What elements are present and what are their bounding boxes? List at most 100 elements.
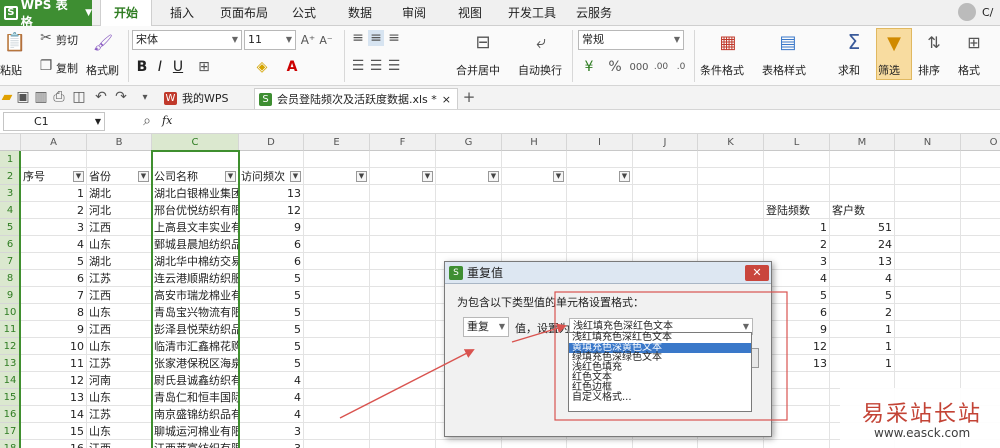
copy-button[interactable]: 复制 <box>56 60 78 76</box>
province-cell[interactable]: 山东 <box>87 304 152 321</box>
align-left-icon[interactable]: ☰ <box>350 58 366 74</box>
cell[interactable] <box>304 219 370 236</box>
cell[interactable] <box>895 219 961 236</box>
visit-count-cell[interactable]: 5 <box>239 287 304 304</box>
customer-count-cell[interactable]: 1 <box>830 321 895 338</box>
column-header-m[interactable]: M <box>830 134 895 151</box>
cell[interactable] <box>304 202 370 219</box>
cell[interactable] <box>436 219 502 236</box>
cell[interactable] <box>830 185 895 202</box>
style-option[interactable]: 自定义格式... <box>569 393 751 403</box>
cell[interactable] <box>436 202 502 219</box>
customer-count-cell[interactable]: 4 <box>830 270 895 287</box>
cell[interactable] <box>304 270 370 287</box>
cell[interactable] <box>961 168 1000 185</box>
cell[interactable] <box>698 185 764 202</box>
cell[interactable] <box>633 440 698 448</box>
merge-center-button[interactable]: 合并居中 <box>456 62 500 78</box>
visit-count-cell[interactable]: 3 <box>239 423 304 440</box>
cell[interactable] <box>895 168 961 185</box>
column-header-c[interactable]: C <box>152 134 239 151</box>
cell[interactable] <box>961 185 1000 202</box>
row-index-cell[interactable]: 10 <box>21 338 87 355</box>
cell[interactable] <box>304 321 370 338</box>
cell[interactable] <box>961 287 1000 304</box>
cell[interactable] <box>895 151 961 168</box>
cell[interactable] <box>895 287 961 304</box>
menu-formula[interactable]: 公式 <box>284 0 324 26</box>
sort-icon[interactable]: ⇅ <box>922 30 946 54</box>
row-index-cell[interactable]: 8 <box>21 304 87 321</box>
cell[interactable] <box>633 236 698 253</box>
menu-cloud[interactable]: 云服务 <box>570 0 618 26</box>
wrap-text-icon[interactable]: ⤶ <box>528 30 554 54</box>
province-cell[interactable]: 江苏 <box>87 355 152 372</box>
format-painter-button[interactable]: 格式刷 <box>86 62 119 78</box>
cell[interactable] <box>764 406 830 423</box>
province-cell[interactable]: 江苏 <box>87 406 152 423</box>
sort-button[interactable]: 排序 <box>918 62 940 78</box>
login-freq-cell[interactable]: 13 <box>764 355 830 372</box>
visit-count-cell[interactable]: 9 <box>239 219 304 236</box>
row-header[interactable]: 7 <box>0 253 21 270</box>
row-header[interactable]: 1 <box>0 151 21 168</box>
cell[interactable] <box>567 151 633 168</box>
cell[interactable] <box>370 253 436 270</box>
row-header[interactable]: 15 <box>0 389 21 406</box>
customer-count-cell[interactable]: 2 <box>830 304 895 321</box>
cell[interactable] <box>698 202 764 219</box>
cell[interactable] <box>370 287 436 304</box>
row-index-cell[interactable]: 12 <box>21 372 87 389</box>
format-painter-icon[interactable]: 🖌 <box>92 30 114 54</box>
province-cell[interactable]: 江西 <box>87 287 152 304</box>
filter-dropdown-button[interactable]: ▼ <box>73 171 84 182</box>
percent-icon[interactable]: % <box>606 58 624 76</box>
thousands-icon[interactable]: 000 <box>629 58 648 76</box>
cell[interactable] <box>370 389 436 406</box>
cell[interactable] <box>764 185 830 202</box>
copy-icon[interactable]: ❐ <box>38 58 54 74</box>
cell[interactable] <box>764 168 830 185</box>
number-format-select[interactable]: 常规 ▼ <box>578 30 684 50</box>
cell[interactable] <box>633 185 698 202</box>
align-middle-icon[interactable]: ≡ <box>368 30 384 46</box>
column-header-a[interactable]: A <box>21 134 87 151</box>
row-index-cell[interactable]: 9 <box>21 321 87 338</box>
cell[interactable] <box>304 287 370 304</box>
customer-count-cell[interactable]: 1 <box>830 338 895 355</box>
row-header[interactable]: 4 <box>0 202 21 219</box>
row-header[interactable]: 14 <box>0 372 21 389</box>
conditional-format-icon[interactable]: ▦ <box>716 30 740 54</box>
format-button[interactable]: 格式 <box>958 62 980 78</box>
cell[interactable] <box>633 168 698 185</box>
login-freq-cell[interactable]: 9 <box>764 321 830 338</box>
row-header[interactable]: 10 <box>0 304 21 321</box>
customer-count-cell[interactable]: 24 <box>830 236 895 253</box>
auto-wrap-button[interactable]: 自动换行 <box>518 62 562 78</box>
redo-icon[interactable]: ↷ <box>114 89 128 105</box>
visit-count-cell[interactable]: 5 <box>239 304 304 321</box>
filter-dropdown-button[interactable]: ▼ <box>356 171 367 182</box>
cell[interactable] <box>304 440 370 448</box>
cell[interactable] <box>304 253 370 270</box>
cell[interactable] <box>961 151 1000 168</box>
border-icon[interactable]: ⊞ <box>194 58 214 76</box>
row-index-cell[interactable]: 1 <box>21 185 87 202</box>
column-header-j[interactable]: J <box>633 134 698 151</box>
row-header[interactable]: 16 <box>0 406 21 423</box>
tab-workbook[interactable]: S 会员登陆频次及活跃度数据.xls * × <box>254 88 458 109</box>
cell[interactable] <box>764 151 830 168</box>
paste-button[interactable]: 粘贴 <box>0 62 22 78</box>
preview-icon[interactable]: ◫ <box>72 89 86 105</box>
paste-icon[interactable]: 📋 <box>4 30 26 54</box>
column-header-o[interactable]: O <box>961 134 1000 151</box>
name-box[interactable]: C1 ▼ <box>3 112 105 131</box>
menu-home[interactable]: 开始 <box>100 0 152 27</box>
decrease-decimal-icon[interactable]: .0 <box>672 58 690 76</box>
align-right-icon[interactable]: ☰ <box>386 58 402 74</box>
cell[interactable] <box>502 202 567 219</box>
cell[interactable] <box>567 202 633 219</box>
cut-button[interactable]: 剪切 <box>56 32 78 48</box>
zoom-icon[interactable]: ⌕ <box>140 113 154 129</box>
sum-icon[interactable]: Σ <box>842 30 866 54</box>
